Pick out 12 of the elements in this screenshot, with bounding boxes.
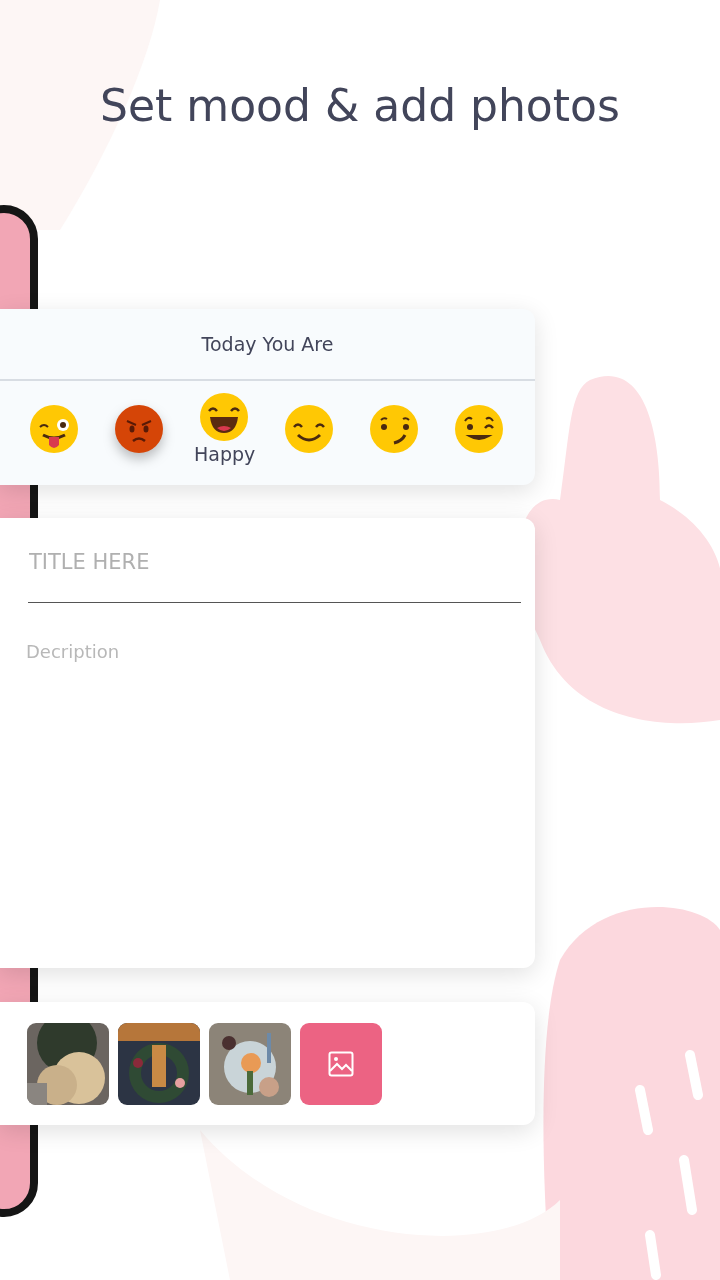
add-photo-button[interactable]: [300, 1022, 382, 1105]
smiling-face-icon: [285, 405, 333, 453]
title-field[interactable]: TITLE HERE: [28, 518, 521, 603]
smiling-face-icon: [370, 405, 418, 453]
headline: Set mood & add photos: [99, 80, 621, 132]
laughing-face-icon: [200, 393, 248, 441]
image-icon: [328, 1050, 354, 1077]
tongue-face-icon: [30, 405, 78, 453]
angry-face-icon: [115, 405, 163, 453]
mood-title: Today You Are: [201, 333, 334, 355]
winking-face-icon: [455, 405, 503, 453]
description-field[interactable]: Decription: [26, 641, 521, 948]
